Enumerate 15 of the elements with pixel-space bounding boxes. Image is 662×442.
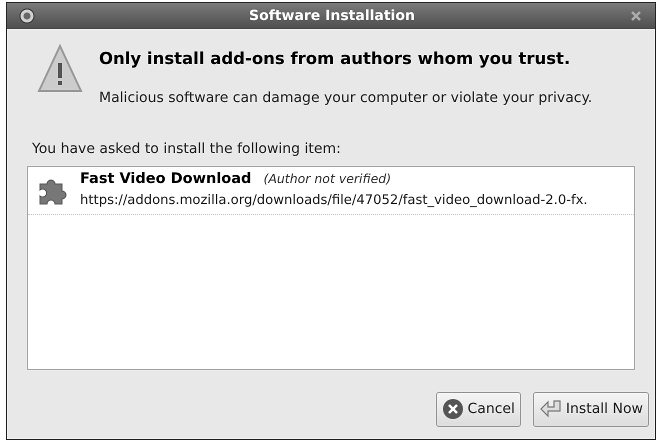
close-icon[interactable]: [629, 9, 643, 23]
addon-name: Fast Video Download: [80, 170, 252, 190]
menu-icon[interactable]: [19, 8, 35, 24]
cancel-button[interactable]: Cancel: [436, 392, 521, 427]
addon-url: https://addons.mozilla.org/downloads/file/47052/fast_video_download-2.0-fx.: [80, 192, 588, 210]
warning-message: Malicious software can damage your computer or violate your privacy.: [99, 88, 592, 108]
prompt-text: You have asked to install the following item:: [32, 140, 342, 159]
window-title: Software Installation: [248, 6, 416, 26]
warning-icon: [37, 43, 83, 95]
install-button[interactable]: Install Now: [532, 392, 649, 427]
cancel-icon: [442, 398, 464, 420]
verification-note: (Author not verified): [263, 170, 392, 188]
return-arrow-icon: [538, 399, 563, 420]
addon-row[interactable]: Fast Video Download (Author not verified) https://addons.mozilla.org/downloads/file/47052/fast_video_download-2.0-fx.: [28, 166, 634, 215]
warning-heading: Only install add-ons from authors whom you trust.: [99, 48, 572, 70]
